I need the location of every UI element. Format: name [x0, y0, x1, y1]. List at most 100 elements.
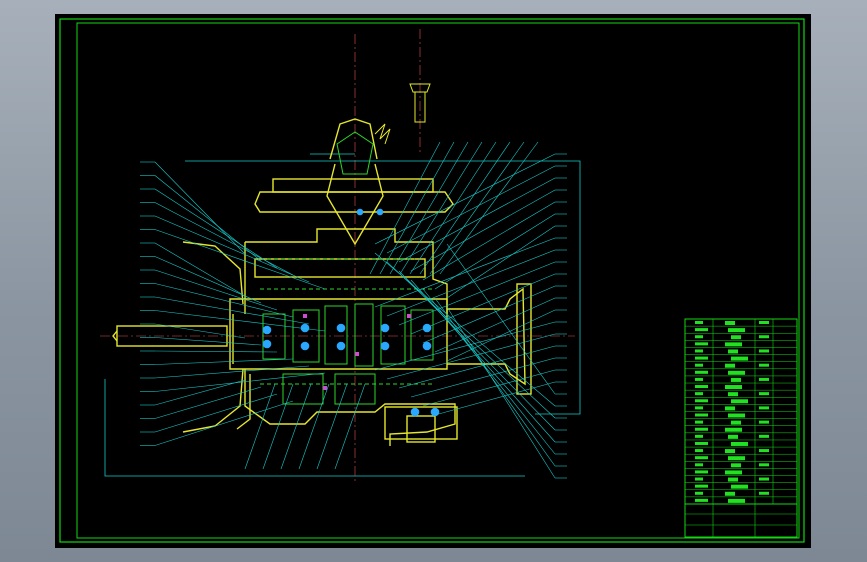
table-text-glyph: [725, 385, 742, 390]
table-text-glyph: [759, 434, 769, 438]
table-text-glyph: [695, 406, 703, 410]
table-text-glyph: [695, 449, 703, 453]
table-text-glyph: [695, 377, 703, 381]
table-text-glyph: [725, 427, 742, 432]
table-text-glyph: [728, 498, 745, 503]
table-text-glyph: [695, 456, 708, 460]
leader-line-right: [446, 225, 556, 299]
leader-line-left: [154, 337, 262, 346]
table-text-glyph: [731, 356, 748, 361]
leader-line-right: [374, 237, 556, 308]
table-text-glyph: [731, 420, 741, 425]
table-text-glyph: [695, 370, 708, 374]
table-text-glyph: [695, 399, 708, 403]
table-text-glyph: [725, 363, 735, 368]
table-text-glyph: [759, 477, 769, 481]
table-text-glyph: [759, 463, 769, 467]
table-text-glyph: [695, 434, 703, 438]
parts-list-table: [684, 318, 798, 538]
table-text-glyph: [759, 392, 769, 396]
leader-line-left: [154, 379, 246, 406]
table-text-glyph: [695, 342, 708, 346]
table-text-glyph: [731, 484, 748, 489]
leader-line-top: [409, 141, 497, 275]
table-text-glyph: [759, 363, 769, 367]
table-text-glyph: [695, 463, 703, 467]
leader-line-bottom: [280, 383, 312, 470]
leader-line-left: [154, 215, 310, 283]
table-text-glyph: [695, 363, 703, 367]
table-text-glyph: [695, 413, 708, 417]
leader-line-right: [434, 297, 556, 467]
table-text-glyph: [695, 335, 703, 339]
table-text-glyph: [728, 370, 745, 375]
table-text-glyph: [695, 477, 703, 481]
table-text-glyph: [759, 406, 769, 410]
table-text-glyph: [695, 420, 703, 424]
table-text-glyph: [759, 349, 769, 353]
table-text-glyph: [695, 392, 703, 396]
table-text-glyph: [759, 377, 769, 381]
table-text-glyph: [695, 470, 708, 474]
leader-line-left: [154, 269, 278, 311]
leader-line-top: [429, 141, 525, 275]
table-text-glyph: [731, 441, 748, 446]
leader-line-left: [154, 283, 294, 318]
table-text-glyph: [759, 420, 769, 424]
leader-line-right: [422, 288, 556, 455]
leader-lines-right: [374, 153, 567, 479]
leader-line-left: [154, 161, 246, 255]
leader-line-right: [422, 369, 556, 407]
leader-line-right: [434, 297, 556, 353]
table-text-glyph: [728, 477, 738, 482]
table-text-glyph: [725, 342, 742, 347]
table-text-glyph: [759, 491, 769, 495]
leader-line-bottom: [298, 383, 330, 470]
table-text-glyph: [759, 321, 769, 324]
leader-line-right: [374, 153, 556, 245]
leader-line-bottom: [316, 383, 348, 470]
table-text-glyph: [695, 491, 703, 495]
leader-line-left: [154, 202, 294, 276]
leader-line-top: [379, 141, 455, 275]
table-text-glyph: [731, 335, 741, 340]
table-text-glyph: [728, 434, 738, 439]
table-text-glyph: [695, 321, 703, 324]
table-text-glyph: [731, 463, 741, 468]
table-text-glyph: [695, 441, 708, 445]
leader-line-top: [369, 141, 441, 275]
leader-line-left: [154, 400, 294, 446]
leader-frames: [104, 153, 581, 477]
leader-lines-left: [140, 161, 326, 446]
table-text-glyph: [695, 427, 708, 431]
table-text-glyph: [731, 377, 741, 382]
leader-line-left: [154, 188, 278, 269]
table-text-glyph: [759, 335, 769, 339]
leader-line-right: [386, 333, 556, 380]
table-text-glyph: [728, 349, 738, 354]
table-text-glyph: [695, 328, 708, 332]
table-text-glyph: [725, 470, 742, 475]
table-text-glyph: [728, 392, 738, 397]
table-text-glyph: [695, 498, 708, 502]
cad-viewport[interactable]: [55, 14, 811, 548]
leader-line-right: [386, 249, 556, 317]
table-text-glyph: [695, 484, 708, 488]
leader-line-right: [422, 285, 556, 344]
leader-line-right: [446, 243, 556, 395]
table-text-glyph: [725, 406, 735, 411]
sheet-outer-frame: [59, 18, 805, 543]
transmission-housing: [112, 118, 532, 446]
leader-line-right: [434, 381, 556, 416]
leader-line-right: [446, 309, 556, 362]
leader-line-right: [386, 261, 556, 419]
leader-line-left: [154, 242, 246, 297]
leader-line-left: [154, 365, 310, 379]
table-text-glyph: [695, 385, 708, 389]
table-text-glyph: [725, 491, 735, 496]
table-text-glyph: [728, 456, 745, 461]
table-text-glyph: [728, 328, 745, 333]
table-text-glyph: [695, 356, 708, 360]
gear-train: [260, 131, 435, 405]
leader-line-top: [419, 141, 511, 275]
